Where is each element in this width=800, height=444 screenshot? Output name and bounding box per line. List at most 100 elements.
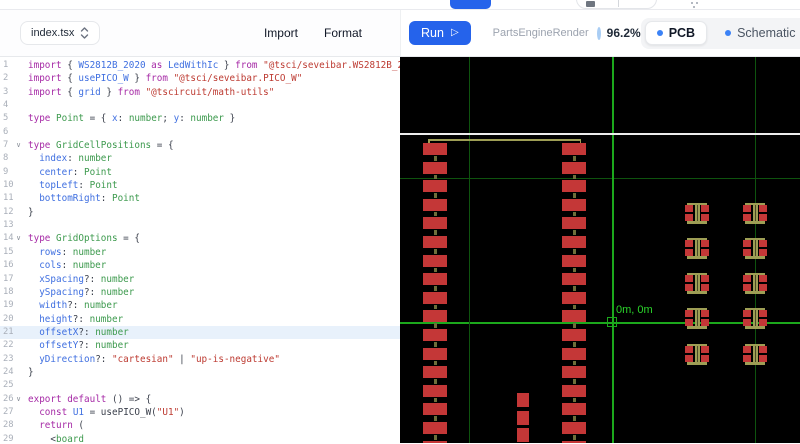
pico-pad[interactable] — [562, 143, 586, 155]
line-number[interactable]: 12 — [0, 206, 28, 219]
line-number[interactable]: 13 — [0, 219, 28, 232]
line-number[interactable]: 4 — [0, 99, 28, 112]
code-line-19[interactable]: 19 width?: number — [0, 299, 400, 312]
code-line-14[interactable]: 14∨type GridOptions = { — [0, 232, 400, 245]
code-line-24[interactable]: 24} — [0, 366, 400, 379]
pico-pad[interactable] — [423, 329, 447, 341]
code-line-27[interactable]: 27 const U1 = usePICO_W("U1") — [0, 406, 400, 419]
pico-pad[interactable] — [423, 348, 447, 360]
line-number[interactable]: 21 — [0, 326, 28, 339]
code-line-28[interactable]: 28 return ( — [0, 419, 400, 432]
line-number[interactable]: 8 — [0, 152, 28, 165]
code-line-6[interactable]: 6 — [0, 126, 400, 139]
pico-pad[interactable] — [423, 366, 447, 378]
pico-pad[interactable] — [423, 255, 447, 267]
line-number[interactable]: 25 — [0, 379, 28, 392]
pico-pad[interactable] — [562, 348, 586, 360]
line-number[interactable]: 1 — [0, 59, 28, 72]
code-line-20[interactable]: 20 height?: number — [0, 313, 400, 326]
led-component[interactable] — [684, 273, 710, 294]
line-number[interactable]: 23 — [0, 353, 28, 366]
tab-schematic[interactable]: Schematic — [725, 26, 795, 40]
pico-pad[interactable] — [423, 236, 447, 248]
code-editor[interactable]: 1import { WS2812B_2020 as LedWithIc } fr… — [0, 57, 400, 443]
pico-pad[interactable] — [423, 385, 447, 397]
code-line-1[interactable]: 1import { WS2812B_2020 as LedWithIc } fr… — [0, 59, 400, 72]
line-number[interactable]: 5 — [0, 112, 28, 125]
pico-pad[interactable] — [562, 385, 586, 397]
code-line-13[interactable]: 13 — [0, 219, 400, 232]
line-number[interactable]: 22 — [0, 339, 28, 352]
pico-pad[interactable] — [562, 310, 586, 322]
code-line-9[interactable]: 9 center: Point — [0, 166, 400, 179]
led-component[interactable] — [742, 238, 768, 259]
led-component[interactable] — [684, 308, 710, 329]
line-number[interactable]: 20 — [0, 313, 28, 326]
code-line-7[interactable]: 7∨type GridCellPositions = { — [0, 139, 400, 152]
line-number[interactable]: 2 — [0, 72, 28, 85]
code-line-8[interactable]: 8 index: number — [0, 152, 400, 165]
code-line-2[interactable]: 2import { usePICO_W } from "@tsci/seveib… — [0, 72, 400, 85]
import-button[interactable]: Import — [264, 26, 298, 40]
pico-pad[interactable] — [562, 422, 586, 434]
pico-pad[interactable] — [423, 422, 447, 434]
led-component[interactable] — [742, 203, 768, 224]
pico-pad[interactable] — [562, 236, 586, 248]
pico-pad[interactable] — [423, 217, 447, 229]
fold-chevron-icon[interactable]: ∨ — [16, 232, 21, 245]
small-pad[interactable] — [517, 428, 529, 442]
tab-pcb[interactable]: PCB — [645, 21, 707, 45]
led-component[interactable] — [742, 344, 768, 365]
pcb-canvas[interactable]: 0m, 0m — [400, 57, 800, 443]
pico-pad[interactable] — [562, 162, 586, 174]
run-button[interactable]: Run ▷ — [409, 21, 471, 45]
pico-pad[interactable] — [562, 329, 586, 341]
fold-chevron-icon[interactable]: ∨ — [16, 393, 21, 406]
line-number[interactable]: 24 — [0, 366, 28, 379]
code-line-26[interactable]: 26∨export default () => { — [0, 393, 400, 406]
code-line-10[interactable]: 10 topLeft: Point — [0, 179, 400, 192]
code-line-22[interactable]: 22 offsetY?: number — [0, 339, 400, 352]
led-component[interactable] — [742, 273, 768, 294]
pico-pad[interactable] — [562, 366, 586, 378]
pico-pad[interactable] — [423, 310, 447, 322]
pico-pad[interactable] — [562, 292, 586, 304]
pico-pad[interactable] — [562, 255, 586, 267]
line-number[interactable]: 7∨ — [0, 139, 28, 152]
pico-pad[interactable] — [423, 292, 447, 304]
toolbar-pill-button-fragment[interactable] — [576, 0, 657, 9]
line-number[interactable]: 11 — [0, 192, 28, 205]
code-line-11[interactable]: 11 bottomRight: Point — [0, 192, 400, 205]
line-number[interactable]: 6 — [0, 126, 28, 139]
pico-pad[interactable] — [423, 441, 447, 443]
code-line-18[interactable]: 18 ySpacing?: number — [0, 286, 400, 299]
format-button[interactable]: Format — [324, 26, 362, 40]
small-pad[interactable] — [517, 411, 529, 425]
led-component[interactable] — [684, 238, 710, 259]
code-line-23[interactable]: 23 yDirection?: "cartesian" | "up-is-neg… — [0, 353, 400, 366]
code-line-21[interactable]: 21 offsetX?: number — [0, 326, 400, 339]
line-number[interactable]: 28 — [0, 419, 28, 432]
line-number[interactable]: 19 — [0, 299, 28, 312]
line-number[interactable]: 10 — [0, 179, 28, 192]
line-number[interactable]: 18 — [0, 286, 28, 299]
code-line-17[interactable]: 17 xSpacing?: number — [0, 273, 400, 286]
fold-chevron-icon[interactable]: ∨ — [16, 139, 21, 152]
pico-pad[interactable] — [562, 180, 586, 192]
small-pad[interactable] — [517, 393, 529, 407]
code-line-3[interactable]: 3import { grid } from "@tscircuit/math-u… — [0, 86, 400, 99]
line-number[interactable]: 3 — [0, 86, 28, 99]
line-number[interactable]: 26∨ — [0, 393, 28, 406]
file-tab-selector[interactable]: index.tsx — [20, 21, 100, 45]
pico-pad[interactable] — [562, 199, 586, 211]
code-line-25[interactable]: 25 — [0, 379, 400, 392]
line-number[interactable]: 17 — [0, 273, 28, 286]
led-component[interactable] — [684, 203, 710, 224]
pico-pad[interactable] — [562, 403, 586, 415]
pico-pad[interactable] — [562, 273, 586, 285]
line-number[interactable]: 9 — [0, 166, 28, 179]
line-number[interactable]: 15 — [0, 246, 28, 259]
line-number[interactable]: 27 — [0, 406, 28, 419]
pico-pad[interactable] — [562, 217, 586, 229]
code-line-15[interactable]: 15 rows: number — [0, 246, 400, 259]
